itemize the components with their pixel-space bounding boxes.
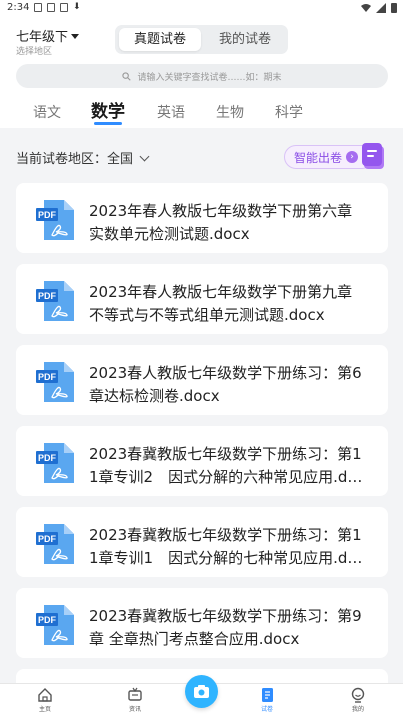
search-icon (122, 71, 132, 81)
notification-icon (34, 3, 42, 12)
svg-text:PDF: PDF (38, 291, 57, 301)
tab-news-label: 资讯 (128, 706, 141, 713)
paper-title: 2023春冀教版七年级数学下册练习：第9章 全章热门考点整合应用.docx (89, 607, 362, 648)
battery-icon (391, 3, 397, 13)
paper-title: 2023春冀教版七年级数学下册练习：第11章专训2 因式分解的六种常见应用.do… (89, 445, 362, 486)
tab-profile[interactable]: 我的 (338, 687, 378, 713)
wifi-icon (361, 4, 371, 12)
paper-type-switch: 真题试卷 我的试卷 (115, 25, 288, 54)
caret-down-icon (71, 33, 80, 39)
tab-math[interactable]: 数学 (91, 97, 125, 122)
tab-news[interactable]: 资讯 (115, 687, 155, 713)
svg-text:PDF: PDF (38, 534, 57, 544)
exam-icon (262, 688, 273, 702)
region-selector[interactable]: 选择地区 (16, 44, 52, 57)
profile-icon (351, 687, 365, 703)
pdf-file-icon: PDF (36, 524, 74, 564)
svg-text:PDF: PDF (38, 372, 57, 382)
search-input[interactable]: 请输入关键字查找试卷……如：期末 (16, 64, 388, 88)
grade-selector[interactable]: 七年级下 (16, 26, 80, 45)
header: 七年级下 选择地区 真题试卷 我的试卷 请输入关键字查找试卷……如：期末 语文 … (0, 18, 403, 128)
signal-icon (376, 3, 386, 13)
notification-icon (60, 3, 68, 12)
grade-label: 七年级下 (16, 30, 69, 45)
status-time: 2:34 (7, 2, 30, 13)
search-placeholder: 请输入关键字查找试卷……如：期末 (137, 72, 282, 83)
pdf-file-icon: PDF (36, 443, 74, 483)
camera-icon (194, 685, 209, 698)
paper-item[interactable]: PDF 2023年春人教版七年级数学下册第六章实数单元检测试题.docx (16, 183, 388, 253)
chevron-down-icon (139, 151, 150, 161)
tab-exam[interactable]: 试卷 (247, 687, 287, 713)
paper-title: 2023春人教版七年级数学下册练习：第6章达标检测卷.docx (89, 364, 362, 405)
paper-item[interactable]: PDF 2023春冀教版七年级数学下册练习：第11章专训2 因式分解的六种常见应… (16, 426, 388, 496)
svg-text:PDF: PDF (38, 453, 57, 463)
paper-title: 2023年春人教版七年级数学下册第九章 不等式与不等式组单元测试题.docx (89, 283, 364, 324)
tab-real-papers[interactable]: 真题试卷 (119, 28, 201, 51)
pdf-file-icon: PDF (36, 605, 74, 645)
tv-icon (128, 687, 142, 701)
tab-home-label: 主页 (38, 706, 51, 713)
tab-chinese[interactable]: 语文 (33, 102, 61, 122)
status-bar: 2:34 ⬇ (0, 0, 403, 18)
paper-item[interactable]: PDF 2023春冀教版七年级数学下册练习：第9章 全章热门考点整合应用.doc… (16, 588, 388, 658)
tab-my-papers[interactable]: 我的试卷 (205, 28, 285, 51)
svg-text:PDF: PDF (38, 210, 57, 220)
tab-science[interactable]: 科学 (275, 102, 303, 122)
paper-item[interactable]: PDF 2023春冀教版七年级数学下册练习：第11章专训1 因式分解的七种常见应… (16, 507, 388, 577)
region-filter-label: 当前试卷地区：全国 (16, 152, 134, 167)
subject-tabs: 语文 数学 英语 生物 科学 (0, 96, 403, 126)
tab-home[interactable]: 主页 (25, 687, 65, 713)
tab-exam-label: 试卷 (260, 706, 273, 713)
smart-paper-button[interactable]: 智能出卷 › (284, 143, 388, 171)
region-filter[interactable]: 当前试卷地区：全国 (16, 148, 150, 167)
paper-title: 2023春冀教版七年级数学下册练习：第11章专训1 因式分解的七种常见应用.do… (89, 526, 362, 567)
tab-biology[interactable]: 生物 (216, 102, 244, 122)
paper-title: 2023年春人教版七年级数学下册第六章实数单元检测试题.docx (89, 202, 353, 243)
tab-profile-label: 我的 (351, 706, 364, 713)
active-tab-indicator (94, 122, 122, 125)
smart-paper-pill: 智能出卷 › (284, 145, 374, 169)
notification-icon (47, 3, 55, 12)
svg-text:PDF: PDF (38, 615, 57, 625)
smart-paper-label: 智能出卷 (294, 150, 343, 165)
pdf-file-icon: PDF (36, 362, 74, 402)
bottom-tab-bar: 主页 资讯 试卷 我的 (0, 675, 403, 718)
download-icon: ⬇ (73, 2, 81, 12)
pdf-file-icon: PDF (36, 281, 74, 321)
paper-item[interactable]: PDF 2023年春人教版七年级数学下册第九章 不等式与不等式组单元测试题.do… (16, 264, 388, 334)
tab-english[interactable]: 英语 (157, 102, 185, 122)
arrow-right-icon: › (346, 151, 359, 163)
home-icon (38, 688, 52, 702)
camera-button[interactable] (185, 675, 218, 708)
status-notification-icons: ⬇ (34, 3, 81, 12)
document-stack-icon (362, 143, 384, 169)
paper-item[interactable]: PDF 2023春人教版七年级数学下册练习：第6章达标检测卷.docx (16, 345, 388, 415)
pdf-file-icon: PDF (36, 200, 74, 240)
